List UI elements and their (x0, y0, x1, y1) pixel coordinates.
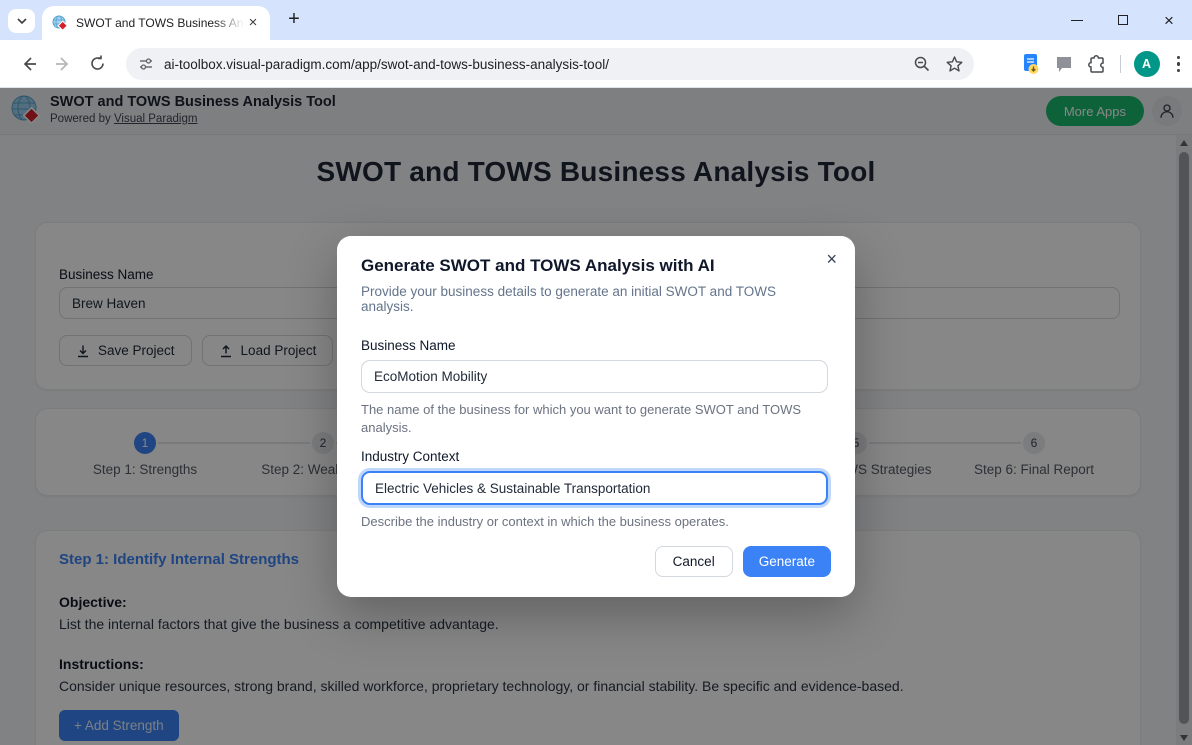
maximize-icon (1118, 15, 1128, 25)
tab-search-button[interactable] (8, 9, 35, 33)
window-minimize-button[interactable] (1054, 0, 1100, 40)
tab-title: SWOT and TOWS Business Analy (76, 16, 244, 30)
generate-analysis-modal: Generate SWOT and TOWS Analysis with AI … (337, 236, 855, 597)
new-tab-button[interactable]: + (283, 9, 305, 31)
cancel-button[interactable]: Cancel (655, 546, 733, 577)
url-text[interactable]: ai-toolbox.visual-paradigm.com/app/swot-… (164, 57, 609, 72)
modal-close-icon[interactable]: × (826, 250, 837, 268)
bookmark-star-icon[interactable] (945, 55, 964, 74)
reload-button[interactable] (80, 47, 114, 81)
browser-tab-strip: SWOT and TOWS Business Analy × + × (0, 0, 1192, 40)
profile-avatar[interactable]: A (1134, 51, 1160, 77)
close-icon: × (1164, 12, 1174, 29)
modal-industry-label: Industry Context (361, 449, 831, 464)
zoom-out-icon[interactable] (913, 55, 931, 73)
docs-offline-extension-icon[interactable] (1021, 53, 1041, 75)
toolbar-divider (1120, 55, 1121, 73)
window-controls: × (1054, 0, 1192, 40)
modal-business-name-help: The name of the business for which you w… (361, 401, 811, 436)
browser-tab[interactable]: SWOT and TOWS Business Analy × (42, 6, 270, 40)
modal-industry-input[interactable] (361, 471, 828, 505)
chevron-down-icon (16, 15, 28, 27)
extensions-puzzle-icon[interactable] (1087, 54, 1107, 74)
tab-close-icon[interactable]: × (244, 14, 262, 32)
favicon-visual-paradigm (52, 15, 68, 31)
reload-icon (89, 55, 106, 72)
back-arrow-icon (20, 55, 38, 73)
browser-menu-button[interactable] (1173, 52, 1185, 77)
site-settings-icon (138, 56, 154, 72)
modal-business-name-input[interactable] (361, 360, 828, 393)
app-viewport: SWOT and TOWS Business Analysis Tool Pow… (0, 88, 1192, 745)
minimize-icon (1071, 20, 1083, 21)
chat-bubble-extension-icon[interactable] (1054, 54, 1074, 74)
window-close-button[interactable]: × (1146, 0, 1192, 40)
back-button[interactable] (12, 47, 46, 81)
modal-description: Provide your business details to generat… (361, 284, 831, 314)
window-maximize-button[interactable] (1100, 0, 1146, 40)
forward-button[interactable] (46, 47, 80, 81)
modal-industry-help: Describe the industry or context in whic… (361, 513, 811, 531)
modal-title: Generate SWOT and TOWS Analysis with AI (361, 256, 831, 276)
modal-business-name-label: Business Name (361, 338, 831, 353)
browser-toolbar: ai-toolbox.visual-paradigm.com/app/swot-… (0, 40, 1192, 88)
generate-button[interactable]: Generate (743, 546, 831, 577)
address-bar[interactable]: ai-toolbox.visual-paradigm.com/app/swot-… (126, 48, 974, 80)
forward-arrow-icon (54, 55, 72, 73)
extensions-area: A (1021, 48, 1185, 80)
